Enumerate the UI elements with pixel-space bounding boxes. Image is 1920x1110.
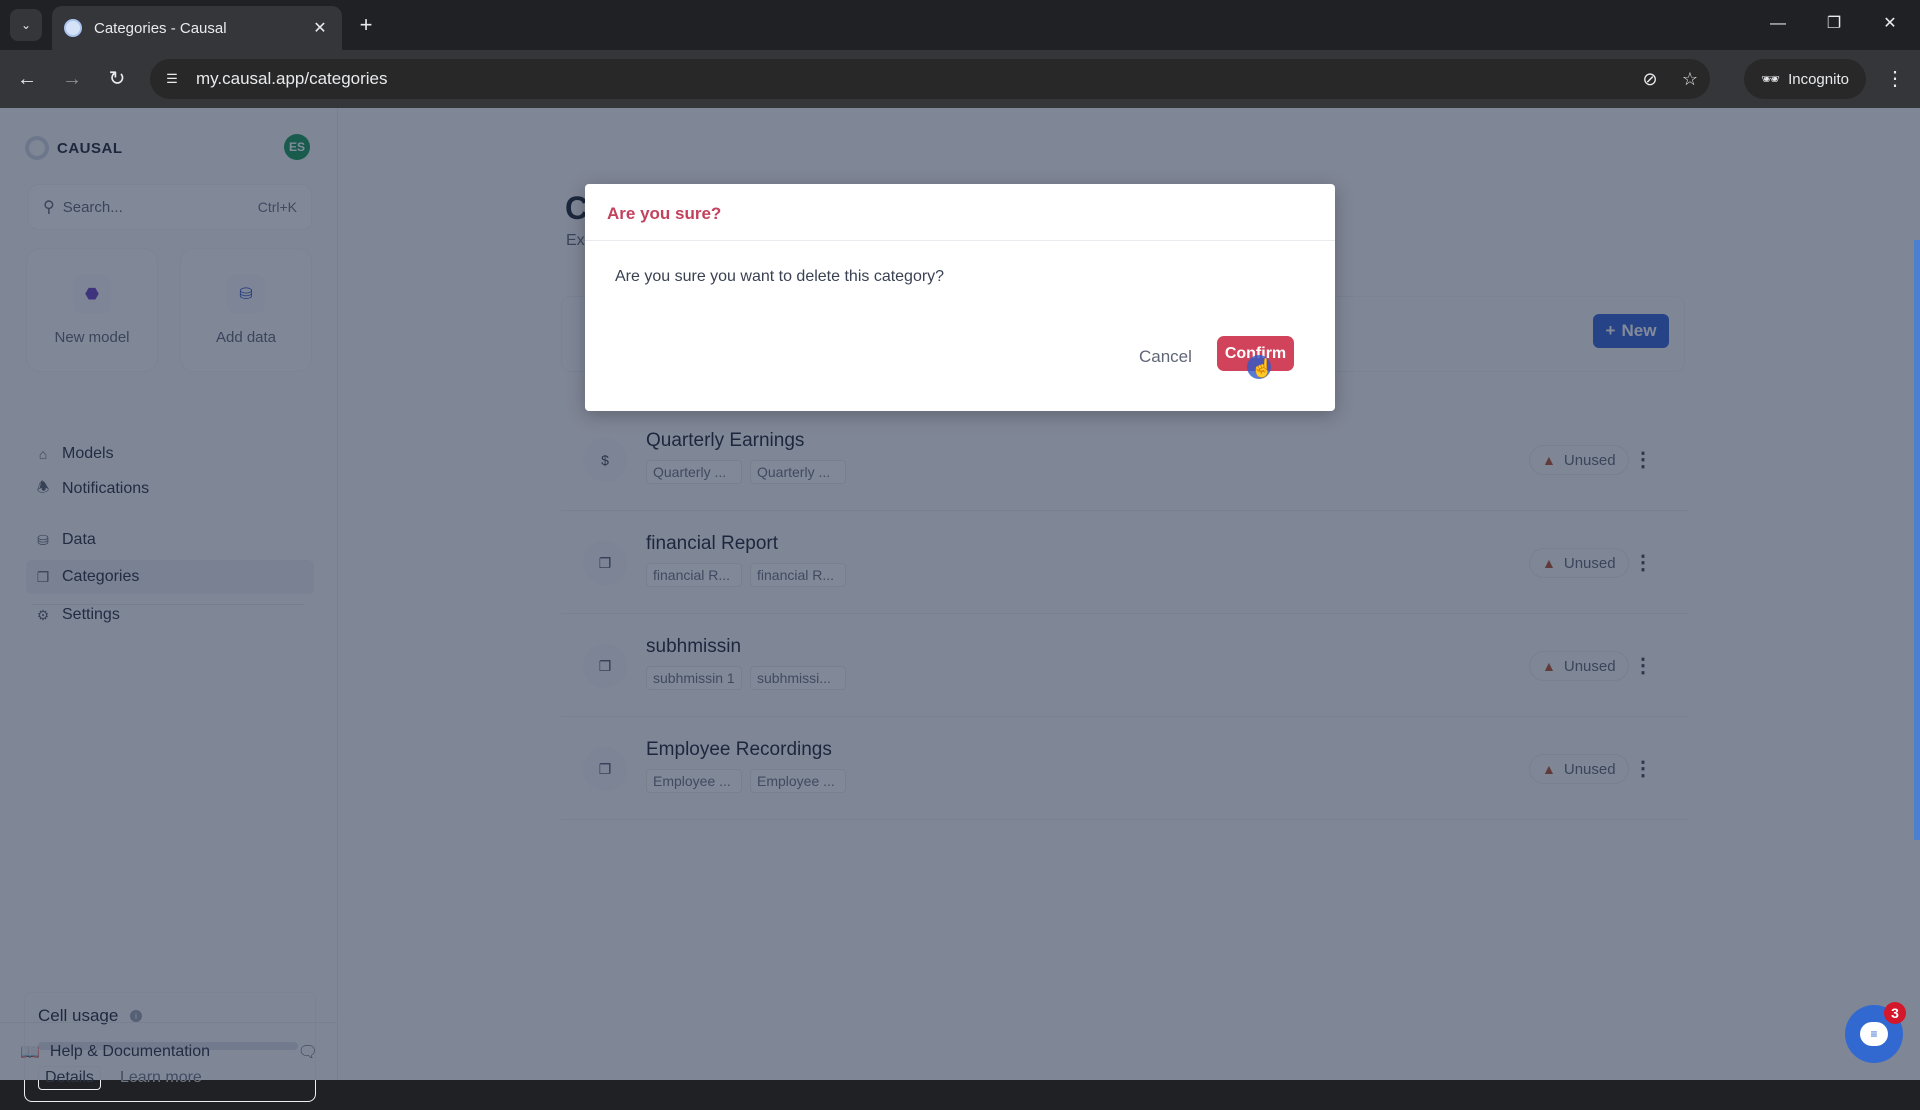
restore-button[interactable]: ❐: [1814, 8, 1854, 40]
confirm-delete-dialog: Are you sure? Are you sure you want to d…: [585, 184, 1335, 411]
dialog-title: Are you sure?: [607, 204, 722, 223]
incognito-icon: 🕶: [1761, 71, 1781, 88]
browser-tab[interactable]: Categories - Causal ✕: [52, 6, 342, 50]
minimize-button[interactable]: —: [1758, 8, 1798, 40]
site-info-icon[interactable]: ☰: [158, 65, 186, 93]
url-text[interactable]: my.causal.app/categories: [196, 69, 1630, 89]
reload-icon: ↻: [108, 68, 126, 90]
tab-close-icon[interactable]: ✕: [310, 18, 330, 38]
plus-icon: +: [359, 12, 373, 37]
more-vert-icon: ⋮: [1885, 68, 1905, 90]
cancel-button[interactable]: Cancel: [1131, 343, 1200, 371]
dialog-message: Are you sure you want to delete this cat…: [615, 268, 945, 285]
reload-button[interactable]: ↻: [102, 64, 132, 94]
favicon-icon: [64, 19, 82, 37]
arrow-right-icon: →: [62, 68, 82, 90]
chevron-down-icon: ⌄: [20, 18, 32, 32]
browser-menu-button[interactable]: ⋮: [1880, 64, 1910, 94]
close-icon: ✕: [1883, 15, 1897, 32]
minimize-icon: —: [1770, 15, 1786, 32]
dialog-header: Are you sure?: [585, 184, 1335, 241]
browser-tab-bar: ⌄ Categories - Causal ✕ + — ❐ ✕: [0, 0, 1920, 50]
close-window-button[interactable]: ✕: [1870, 8, 1910, 40]
address-bar[interactable]: ☰ my.causal.app/categories ⊘ ☆: [150, 59, 1710, 99]
restore-icon: ❐: [1826, 15, 1842, 32]
incognito-label: Incognito: [1788, 70, 1849, 88]
browser-toolbar: ← → ↻ ☰ my.causal.app/categories ⊘ ☆ 🕶 I…: [0, 50, 1920, 108]
incognito-indicator[interactable]: 🕶 Incognito: [1744, 59, 1866, 99]
tab-list-button[interactable]: ⌄: [10, 9, 42, 41]
star-icon[interactable]: ☆: [1670, 69, 1710, 90]
forward-button[interactable]: →: [57, 64, 87, 94]
chat-icon: ≡: [1860, 1022, 1888, 1046]
hand-cursor-icon: ☝: [1251, 358, 1274, 378]
tab-title: Categories - Causal: [94, 19, 227, 37]
scrollbar[interactable]: [1914, 240, 1920, 840]
new-tab-button[interactable]: +: [352, 11, 380, 39]
back-button[interactable]: ←: [12, 64, 42, 94]
notification-badge: 3: [1884, 1002, 1906, 1024]
arrow-left-icon: ←: [17, 68, 37, 90]
eye-off-icon[interactable]: ⊘: [1630, 69, 1670, 90]
